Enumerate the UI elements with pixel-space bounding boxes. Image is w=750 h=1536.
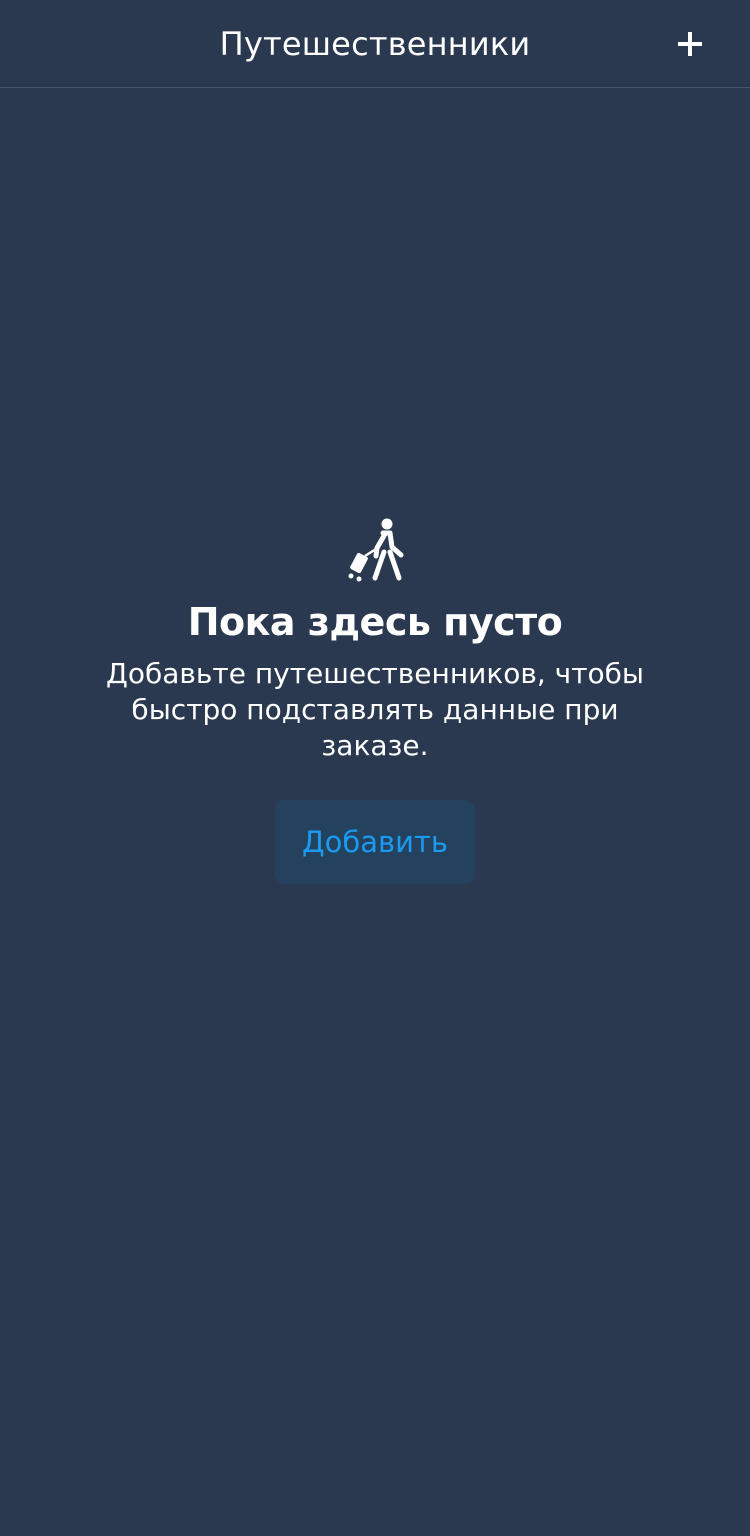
traveler-with-suitcase-icon (348, 518, 404, 582)
empty-state: Пока здесь пусто Добавьте путешественник… (0, 516, 750, 884)
plus-icon (678, 32, 702, 56)
add-traveler-button[interactable]: Добавить (275, 800, 475, 884)
empty-state-description: Добавьте путешественников, чтобы быстро … (105, 657, 645, 762)
top-bar: Путешественники (0, 0, 750, 88)
add-traveler-icon-button[interactable] (666, 20, 714, 68)
empty-state-title: Пока здесь пусто (187, 600, 563, 644)
page-title: Путешественники (219, 25, 531, 63)
